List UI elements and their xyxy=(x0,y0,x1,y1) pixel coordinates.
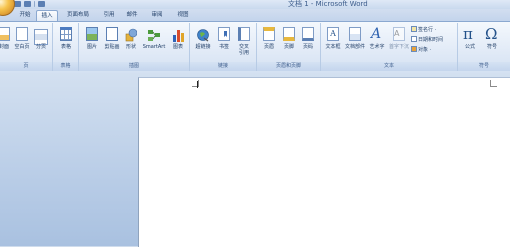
cross-reference-icon xyxy=(238,27,250,41)
quick-parts-icon xyxy=(349,27,361,41)
bookmark-icon xyxy=(218,27,230,41)
smartart-button[interactable]: SmartArt xyxy=(143,25,165,61)
tab-page-layout[interactable]: 页面布局 xyxy=(64,10,92,21)
page-number-button[interactable]: 页码 xyxy=(298,25,318,61)
chart-label: 图表 xyxy=(172,44,183,50)
quick-parts-button[interactable]: 文档部件 xyxy=(345,25,365,61)
symbol-button[interactable]: Ω 符号 xyxy=(482,25,502,61)
object-button[interactable]: 对象 · xyxy=(411,46,431,54)
cross-reference-label: 交叉 引用 xyxy=(238,44,249,56)
document-page[interactable] xyxy=(138,77,510,247)
signature-line-icon xyxy=(411,26,417,32)
tab-mailings[interactable]: 邮件 xyxy=(124,10,140,21)
wordart-icon: A xyxy=(371,26,382,42)
object-label: 对象 · xyxy=(418,47,432,53)
drop-cap-label: 首字下沉 xyxy=(388,44,409,50)
signature-line-button[interactable]: 签名行 · xyxy=(411,26,436,34)
window-title: 文档 1 - Microsoft Word xyxy=(288,0,368,8)
clipart-button[interactable]: 剪贴画 xyxy=(102,25,122,61)
pi-icon: π xyxy=(463,25,473,43)
group-text: A 文本框 文档部件 A 艺术字 A 首字下沉 签名行 · 日期和时间 对象 ·… xyxy=(321,23,458,71)
table-icon xyxy=(60,27,72,41)
group-tables: 表格 表格 xyxy=(53,23,79,71)
group-label-links: 链接 xyxy=(190,62,256,71)
page-break-button[interactable]: 分页 xyxy=(31,25,51,61)
picture-icon xyxy=(86,27,98,41)
chart-button[interactable]: 图表 xyxy=(168,25,188,61)
shapes-button[interactable]: 形状 xyxy=(121,25,141,61)
cover-page-icon xyxy=(0,27,10,41)
chart-icon xyxy=(172,27,184,42)
table-label: 表格 xyxy=(60,44,71,50)
group-illustrations: 图片 剪贴画 形状 SmartArt 图表 插图 xyxy=(79,23,190,71)
group-label-header-footer: 页眉和页脚 xyxy=(257,62,320,71)
margin-corner-right xyxy=(490,80,497,87)
group-symbols: π 公式 Ω 符号 符号 xyxy=(458,23,510,71)
tab-review[interactable]: 审阅 xyxy=(149,10,165,21)
save-icon[interactable] xyxy=(14,1,21,7)
blank-page-icon xyxy=(16,27,28,41)
group-label-text: 文本 xyxy=(321,62,457,71)
group-label-symbols: 符号 xyxy=(458,62,510,71)
hyperlink-button[interactable]: 超链接 xyxy=(193,25,213,61)
drop-cap-button[interactable]: A 首字下沉 xyxy=(389,25,409,61)
tab-view[interactable]: 视图 xyxy=(175,10,191,21)
tab-references[interactable]: 引用 xyxy=(101,10,117,21)
page-break-label: 分页 xyxy=(35,44,46,50)
group-pages: 封面 空白页 分页 页 xyxy=(0,23,53,71)
ribbon: 封面 空白页 分页 页 表格 表格 图片 剪贴画 形状 SmartArt 图表 … xyxy=(0,21,510,74)
wordart-button[interactable]: A 艺术字 xyxy=(367,25,387,61)
footer-icon xyxy=(283,27,295,41)
group-label-illustrations: 插图 xyxy=(79,62,189,71)
blank-page-button[interactable]: 空白页 xyxy=(12,25,32,61)
shapes-icon xyxy=(125,27,138,42)
redo-icon[interactable] xyxy=(38,1,45,7)
date-time-button[interactable]: 日期和时间 xyxy=(411,36,443,44)
symbol-label: 符号 xyxy=(486,44,497,50)
ribbon-tabs: 开始 插入 页面布局 引用 邮件 审阅 视图 xyxy=(0,9,510,22)
signature-line-label: 签名行 · xyxy=(418,27,437,33)
clipart-icon xyxy=(106,27,118,41)
text-cursor xyxy=(197,81,198,88)
textbox-icon: A xyxy=(327,27,339,41)
date-time-label: 日期和时间 xyxy=(418,37,444,43)
omega-icon: Ω xyxy=(485,25,498,43)
page-number-label: 页码 xyxy=(302,44,313,50)
equation-button[interactable]: π 公式 xyxy=(460,25,480,61)
header-icon xyxy=(263,27,275,41)
group-label-pages: 页 xyxy=(0,62,52,71)
quick-access-toolbar xyxy=(14,0,45,8)
drop-cap-icon: A xyxy=(393,27,405,41)
textbox-button[interactable]: A 文本框 xyxy=(323,25,343,61)
picture-button[interactable]: 图片 xyxy=(82,25,102,61)
smartart-icon xyxy=(148,27,160,41)
object-icon xyxy=(411,46,417,52)
page-break-icon xyxy=(34,29,48,45)
group-label-tables: 表格 xyxy=(53,62,78,71)
globe-icon xyxy=(197,27,209,42)
calendar-icon xyxy=(411,36,417,42)
page-number-icon xyxy=(302,27,314,41)
undo-icon[interactable] xyxy=(24,1,31,7)
group-header-footer: 页眉 页脚 页码 页眉和页脚 xyxy=(257,23,321,71)
tab-home[interactable]: 开始 xyxy=(16,10,34,21)
cross-reference-button[interactable]: 交叉 引用 xyxy=(234,25,254,61)
qat-separator xyxy=(34,1,35,7)
table-button[interactable]: 表格 xyxy=(56,25,76,61)
footer-button[interactable]: 页脚 xyxy=(279,25,299,61)
group-links: 超链接 书签 交叉 引用 链接 xyxy=(190,23,257,71)
header-button[interactable]: 页眉 xyxy=(259,25,279,61)
